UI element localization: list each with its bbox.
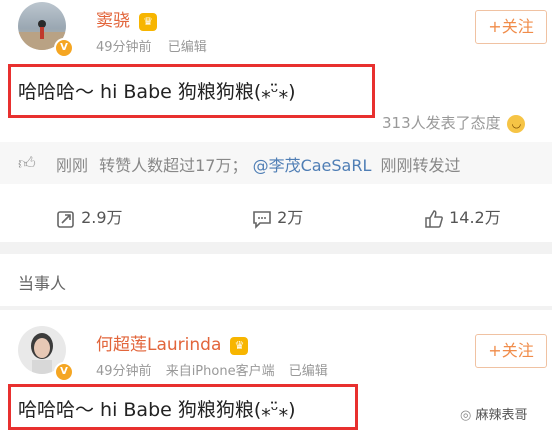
- crown-badge-icon: ♛: [230, 336, 249, 355]
- notice-suffix: 刚刚转发过: [380, 156, 461, 175]
- like-count: 14.2万: [449, 208, 501, 227]
- post-text: 哈哈哈～ hi Babe 狗粮狗粮(⁎ᵕ̈⁎): [18, 399, 296, 421]
- comment-count: 2万: [277, 208, 304, 227]
- grin-emoji-icon: ◡: [507, 114, 526, 133]
- post-time: 49分钟前: [96, 40, 152, 55]
- wechat-icon: ◎: [460, 408, 472, 423]
- notice-time: 刚刚: [56, 156, 89, 175]
- post-time: 49分钟前: [96, 364, 152, 379]
- follow-button[interactable]: +关注: [475, 10, 547, 44]
- verified-badge-icon: V: [54, 38, 74, 58]
- watermark-text: 麻辣表哥: [475, 408, 528, 423]
- notice-text: 转赞人数超过17万；: [99, 156, 248, 175]
- section-label: 当事人: [18, 274, 67, 293]
- section-divider: [0, 242, 552, 254]
- verified-badge-icon: V: [54, 362, 74, 382]
- follow-button[interactable]: +关注: [475, 334, 547, 368]
- repost-icon: [57, 210, 74, 228]
- post-text: 哈哈哈～ hi Babe 狗粮狗粮(⁎ᵕ̈⁎): [18, 81, 296, 103]
- like-action[interactable]: 14.2万: [424, 204, 501, 229]
- attitude-count[interactable]: 313人发表了态度: [382, 114, 501, 132]
- username[interactable]: 窦骁: [96, 11, 130, 31]
- username[interactable]: 何超莲Laurinda: [96, 335, 221, 355]
- crown-badge-icon: ♛: [139, 12, 158, 31]
- repost-action[interactable]: 2.9万: [56, 204, 123, 229]
- comment-action[interactable]: 2万: [252, 204, 303, 229]
- comment-icon: [253, 210, 271, 229]
- edited-label: 已编辑: [288, 364, 328, 379]
- divider-line: [0, 306, 552, 310]
- repost-notice: 👍︎ 刚刚 转赞人数超过17万； @李茂CaeSaRL 刚刚转发过: [0, 142, 552, 184]
- post-source: 来自iPhone客户端: [165, 364, 275, 379]
- repost-count: 2.9万: [81, 208, 123, 227]
- thumbs-up-icon: 👍︎: [18, 154, 36, 174]
- watermark: ◎ 麻辣表哥: [460, 404, 528, 423]
- mention-link[interactable]: @李茂CaeSaRL: [253, 156, 372, 175]
- edited-label: 已编辑: [167, 40, 207, 55]
- like-icon: [425, 209, 443, 228]
